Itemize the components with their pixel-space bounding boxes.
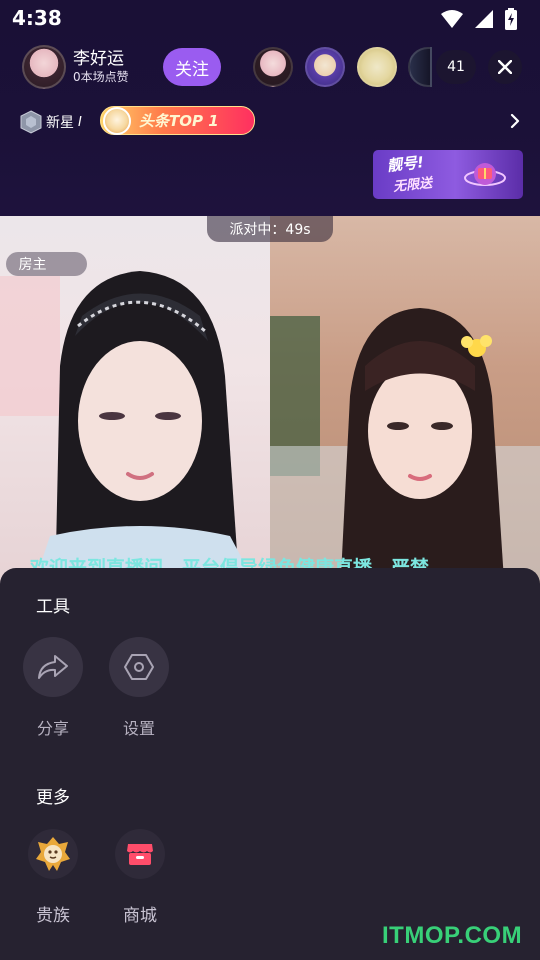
share-button[interactable]: 分享 <box>23 637 83 739</box>
status-icons <box>440 8 518 30</box>
top-rank-badge[interactable]: 头条TOP 1 <box>100 106 255 135</box>
noble-label: 贵族 <box>36 906 70 926</box>
follow-button[interactable]: 关注 <box>163 48 221 86</box>
settings-circle[interactable] <box>109 637 169 697</box>
level-shield-icon <box>20 110 42 134</box>
settings-button[interactable]: 设置 <box>109 637 169 739</box>
share-icon <box>38 655 68 679</box>
tools-title: 工具 <box>36 597 70 617</box>
site-watermark: ITMOP.COM <box>382 922 523 949</box>
chevron-right-icon <box>510 113 520 129</box>
share-circle[interactable] <box>23 637 83 697</box>
noble-button[interactable]: 贵族 <box>23 829 83 926</box>
more-options-sheet: 工具 分享 设置 更多 贵族 商城 <box>0 568 540 960</box>
noble-icon <box>36 837 70 871</box>
viewer-count[interactable]: 41 <box>436 50 476 84</box>
signal-icon <box>475 10 493 28</box>
expand-button[interactable] <box>498 106 532 136</box>
host-avatar[interactable] <box>22 45 66 89</box>
share-label: 分享 <box>36 719 69 738</box>
more-title: 更多 <box>36 788 70 808</box>
viewer-avatar[interactable] <box>305 47 345 87</box>
video-right[interactable] <box>270 216 540 596</box>
promo-banner[interactable]: 靓号! 无限送 <box>373 150 523 199</box>
streamer-right-figure <box>270 308 540 596</box>
wifi-icon <box>441 10 463 28</box>
settings-label: 设置 <box>122 719 155 738</box>
shop-icon <box>127 844 153 865</box>
viewer-avatar[interactable] <box>357 47 397 87</box>
gift-planet-icon <box>464 163 506 186</box>
top-badge-label: 头条TOP 1 <box>139 112 219 130</box>
level-number: I <box>78 114 82 130</box>
level-label: 新星 <box>46 115 74 131</box>
status-bar: 4:38 <box>0 0 540 38</box>
settings-icon <box>124 654 154 680</box>
promo-line1: 靓号! <box>386 153 425 175</box>
party-timer: 派对中：49s <box>207 216 333 242</box>
host-info: 李好运 0本场点赞 <box>73 49 129 85</box>
shop-label: 商城 <box>123 906 157 926</box>
host-tag: 房主 <box>6 252 87 276</box>
promo-line2: 无限送 <box>392 175 433 195</box>
viewer-avatar[interactable] <box>253 47 293 87</box>
shop-circle[interactable] <box>115 829 165 879</box>
battery-icon <box>505 8 517 30</box>
host-name: 李好运 <box>73 49 124 69</box>
status-time: 4:38 <box>12 6 62 30</box>
close-icon <box>498 60 512 74</box>
noble-circle[interactable] <box>28 829 78 879</box>
shop-button[interactable]: 商城 <box>110 829 170 926</box>
level-badge[interactable]: 新星 I <box>20 110 82 134</box>
top-badge-avatar <box>103 106 131 135</box>
host-likes: 0本场点赞 <box>73 70 129 84</box>
close-button[interactable] <box>488 50 522 84</box>
